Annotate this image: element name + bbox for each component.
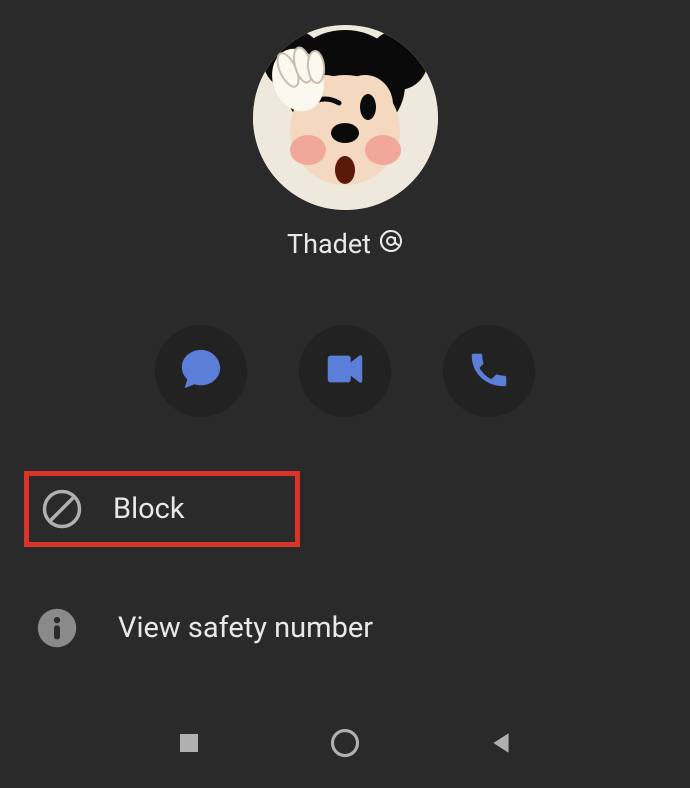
block-label: Block <box>113 492 185 526</box>
recent-apps-button[interactable] <box>171 727 207 763</box>
video-call-button[interactable] <box>299 325 391 417</box>
safety-label: View safety number <box>118 611 373 645</box>
at-icon <box>379 228 403 260</box>
contact-name: Thadet <box>287 228 403 260</box>
video-icon <box>322 346 368 396</box>
triangle-back-icon <box>488 730 514 760</box>
block-icon <box>41 488 83 530</box>
avatar[interactable] <box>253 25 438 210</box>
message-button[interactable] <box>155 325 247 417</box>
square-icon <box>177 731 201 759</box>
back-button[interactable] <box>483 727 519 763</box>
phone-icon <box>466 346 512 396</box>
android-nav-bar <box>0 727 690 763</box>
message-icon <box>178 346 224 396</box>
circle-icon <box>330 728 360 762</box>
info-icon <box>36 607 78 649</box>
contact-name-text: Thadet <box>287 228 371 260</box>
voice-call-button[interactable] <box>443 325 535 417</box>
safety-number-menu-item[interactable]: View safety number <box>0 591 690 665</box>
block-menu-item[interactable]: Block <box>24 471 300 547</box>
home-button[interactable] <box>327 727 363 763</box>
